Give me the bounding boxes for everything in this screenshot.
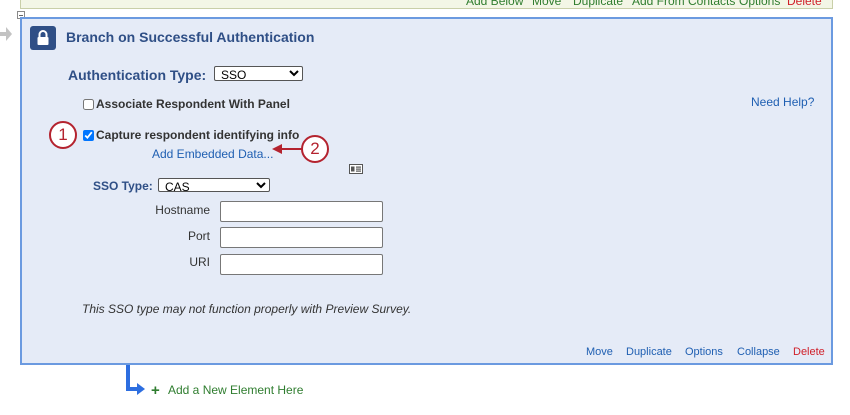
callout-arrow-icon: [272, 144, 303, 154]
top-add-below-link[interactable]: Add Below: [466, 0, 523, 8]
duplicate-link[interactable]: Duplicate: [626, 346, 672, 358]
lock-icon: [30, 26, 56, 50]
top-duplicate-link[interactable]: Duplicate: [573, 0, 623, 8]
uri-input[interactable]: [220, 254, 383, 275]
callout-2: 2: [301, 135, 329, 163]
top-move-link[interactable]: Move: [532, 0, 561, 8]
associate-panel-label: Associate Respondent With Panel: [96, 97, 290, 111]
top-add-from-contacts-link[interactable]: Add From Contacts: [632, 0, 735, 8]
hostname-label: Hostname: [155, 203, 210, 217]
associate-panel-checkbox[interactable]: [83, 99, 94, 110]
options-link[interactable]: Options: [685, 346, 723, 358]
top-delete-link[interactable]: Delete: [787, 0, 822, 8]
authentication-type-select[interactable]: SSO: [214, 66, 303, 81]
hostname-input[interactable]: [220, 201, 383, 222]
capture-info-label: Capture respondent identifying info: [96, 128, 300, 142]
block-title: Branch on Successful Authentication: [66, 29, 315, 45]
move-link[interactable]: Move: [586, 346, 613, 358]
delete-link[interactable]: Delete: [793, 346, 825, 358]
add-plus-icon[interactable]: +: [151, 382, 160, 399]
port-input[interactable]: [220, 227, 383, 248]
capture-info-checkbox[interactable]: [83, 130, 94, 141]
flow-arrow-down-right-icon: [126, 365, 145, 395]
flow-arrow-right-icon: [0, 27, 12, 41]
top-options-link[interactable]: Options: [739, 0, 780, 8]
authentication-type-label: Authentication Type:: [68, 67, 207, 83]
preview-warning-note: This SSO type may not function properly …: [82, 302, 412, 316]
sso-type-select[interactable]: CAS: [158, 178, 270, 192]
add-new-element-link[interactable]: Add a New Element Here: [168, 383, 303, 397]
port-label: Port: [187, 229, 210, 243]
need-help-link[interactable]: Need Help?: [751, 95, 814, 109]
sso-type-label: SSO Type:: [93, 179, 153, 193]
add-embedded-data-link[interactable]: Add Embedded Data...: [152, 147, 273, 161]
collapse-link[interactable]: Collapse: [737, 346, 780, 358]
uri-label: URI: [189, 255, 210, 269]
callout-1: 1: [49, 121, 77, 149]
id-card-icon[interactable]: [349, 164, 363, 174]
